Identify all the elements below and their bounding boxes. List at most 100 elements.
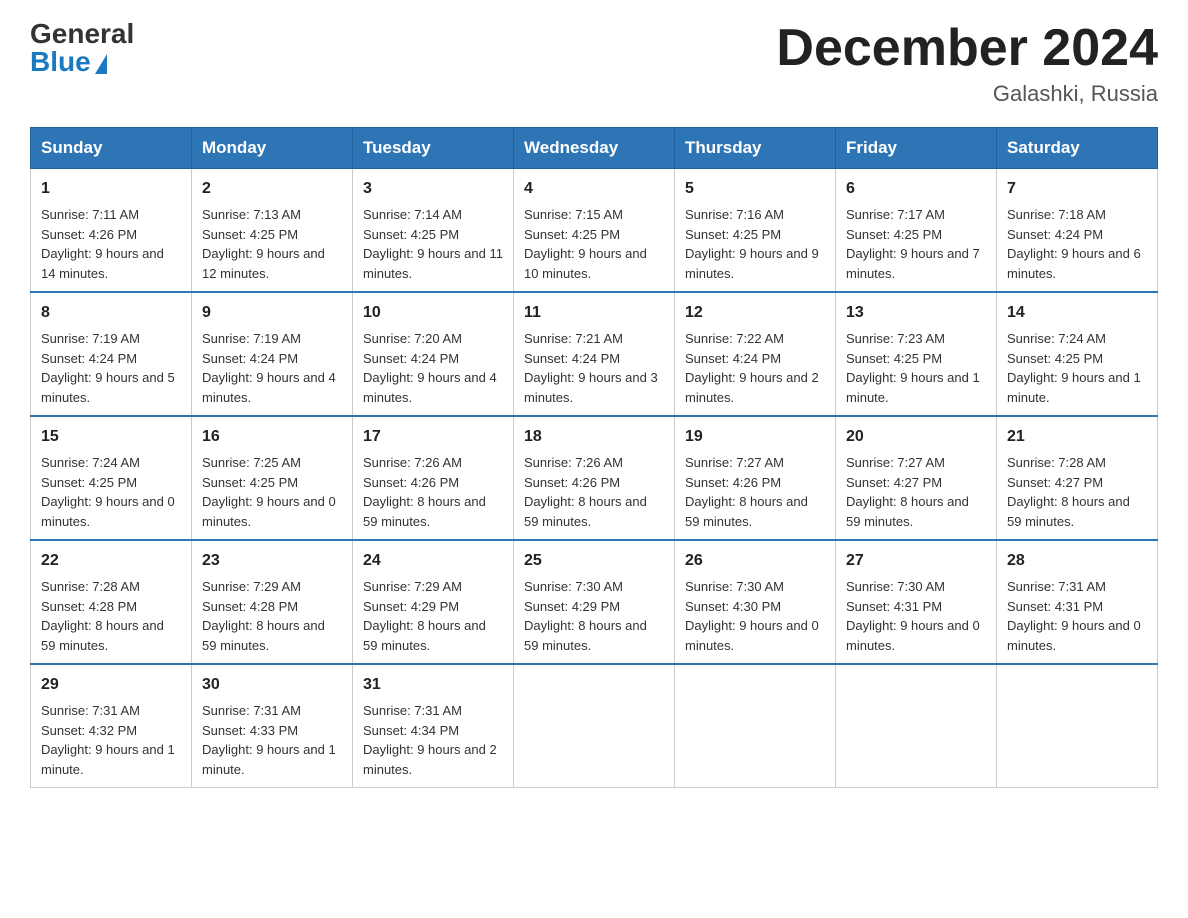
day-number: 3 [363,177,503,201]
day-number: 4 [524,177,664,201]
day-number: 26 [685,549,825,573]
day-number: 8 [41,301,181,325]
calendar-cell: 24 Sunrise: 7:29 AMSunset: 4:29 PMDaylig… [353,540,514,664]
day-info: Sunrise: 7:31 AMSunset: 4:34 PMDaylight:… [363,703,497,777]
calendar-week-row: 22 Sunrise: 7:28 AMSunset: 4:28 PMDaylig… [31,540,1158,664]
day-number: 6 [846,177,986,201]
calendar-cell: 4 Sunrise: 7:15 AMSunset: 4:25 PMDayligh… [514,169,675,293]
calendar-cell: 16 Sunrise: 7:25 AMSunset: 4:25 PMDaylig… [192,416,353,540]
day-number: 31 [363,673,503,697]
day-info: Sunrise: 7:14 AMSunset: 4:25 PMDaylight:… [363,207,503,281]
day-info: Sunrise: 7:11 AMSunset: 4:26 PMDaylight:… [41,207,164,281]
calendar-cell: 5 Sunrise: 7:16 AMSunset: 4:25 PMDayligh… [675,169,836,293]
calendar-cell: 2 Sunrise: 7:13 AMSunset: 4:25 PMDayligh… [192,169,353,293]
day-number: 25 [524,549,664,573]
calendar-week-row: 15 Sunrise: 7:24 AMSunset: 4:25 PMDaylig… [31,416,1158,540]
calendar-cell: 25 Sunrise: 7:30 AMSunset: 4:29 PMDaylig… [514,540,675,664]
day-number: 17 [363,425,503,449]
title-block: December 2024 Galashki, Russia [776,20,1158,107]
calendar-week-row: 1 Sunrise: 7:11 AMSunset: 4:26 PMDayligh… [31,169,1158,293]
calendar-cell: 31 Sunrise: 7:31 AMSunset: 4:34 PMDaylig… [353,664,514,788]
calendar-cell: 26 Sunrise: 7:30 AMSunset: 4:30 PMDaylig… [675,540,836,664]
day-number: 22 [41,549,181,573]
day-number: 20 [846,425,986,449]
day-info: Sunrise: 7:25 AMSunset: 4:25 PMDaylight:… [202,455,336,529]
calendar-cell: 21 Sunrise: 7:28 AMSunset: 4:27 PMDaylig… [997,416,1158,540]
logo-general-text: General [30,20,134,48]
calendar-cell: 12 Sunrise: 7:22 AMSunset: 4:24 PMDaylig… [675,292,836,416]
day-number: 30 [202,673,342,697]
location-label: Galashki, Russia [776,81,1158,107]
logo: General Blue [30,20,134,76]
day-number: 14 [1007,301,1147,325]
calendar-cell: 15 Sunrise: 7:24 AMSunset: 4:25 PMDaylig… [31,416,192,540]
day-info: Sunrise: 7:30 AMSunset: 4:30 PMDaylight:… [685,579,819,653]
day-info: Sunrise: 7:16 AMSunset: 4:25 PMDaylight:… [685,207,819,281]
day-info: Sunrise: 7:24 AMSunset: 4:25 PMDaylight:… [1007,331,1141,405]
day-number: 16 [202,425,342,449]
calendar-header-row: SundayMondayTuesdayWednesdayThursdayFrid… [31,128,1158,169]
calendar-cell: 28 Sunrise: 7:31 AMSunset: 4:31 PMDaylig… [997,540,1158,664]
calendar-cell: 11 Sunrise: 7:21 AMSunset: 4:24 PMDaylig… [514,292,675,416]
day-info: Sunrise: 7:21 AMSunset: 4:24 PMDaylight:… [524,331,658,405]
day-info: Sunrise: 7:29 AMSunset: 4:29 PMDaylight:… [363,579,486,653]
calendar-cell: 20 Sunrise: 7:27 AMSunset: 4:27 PMDaylig… [836,416,997,540]
day-info: Sunrise: 7:28 AMSunset: 4:27 PMDaylight:… [1007,455,1130,529]
calendar-cell [675,664,836,788]
calendar-table: SundayMondayTuesdayWednesdayThursdayFrid… [30,127,1158,788]
calendar-cell: 6 Sunrise: 7:17 AMSunset: 4:25 PMDayligh… [836,169,997,293]
day-number: 19 [685,425,825,449]
day-of-week-header: Friday [836,128,997,169]
day-number: 28 [1007,549,1147,573]
calendar-cell: 27 Sunrise: 7:30 AMSunset: 4:31 PMDaylig… [836,540,997,664]
day-info: Sunrise: 7:29 AMSunset: 4:28 PMDaylight:… [202,579,325,653]
day-number: 1 [41,177,181,201]
day-number: 11 [524,301,664,325]
day-info: Sunrise: 7:31 AMSunset: 4:31 PMDaylight:… [1007,579,1141,653]
day-of-week-header: Saturday [997,128,1158,169]
calendar-cell: 10 Sunrise: 7:20 AMSunset: 4:24 PMDaylig… [353,292,514,416]
day-info: Sunrise: 7:17 AMSunset: 4:25 PMDaylight:… [846,207,980,281]
calendar-cell: 3 Sunrise: 7:14 AMSunset: 4:25 PMDayligh… [353,169,514,293]
day-info: Sunrise: 7:31 AMSunset: 4:32 PMDaylight:… [41,703,175,777]
logo-triangle-icon [95,54,107,74]
day-info: Sunrise: 7:27 AMSunset: 4:26 PMDaylight:… [685,455,808,529]
day-number: 27 [846,549,986,573]
day-info: Sunrise: 7:15 AMSunset: 4:25 PMDaylight:… [524,207,647,281]
calendar-cell: 7 Sunrise: 7:18 AMSunset: 4:24 PMDayligh… [997,169,1158,293]
month-year-title: December 2024 [776,20,1158,77]
day-number: 18 [524,425,664,449]
day-number: 13 [846,301,986,325]
calendar-cell: 30 Sunrise: 7:31 AMSunset: 4:33 PMDaylig… [192,664,353,788]
day-number: 29 [41,673,181,697]
day-info: Sunrise: 7:19 AMSunset: 4:24 PMDaylight:… [41,331,175,405]
calendar-cell: 8 Sunrise: 7:19 AMSunset: 4:24 PMDayligh… [31,292,192,416]
logo-blue-text: Blue [30,48,107,76]
calendar-cell: 9 Sunrise: 7:19 AMSunset: 4:24 PMDayligh… [192,292,353,416]
day-info: Sunrise: 7:13 AMSunset: 4:25 PMDaylight:… [202,207,325,281]
calendar-cell: 1 Sunrise: 7:11 AMSunset: 4:26 PMDayligh… [31,169,192,293]
day-info: Sunrise: 7:23 AMSunset: 4:25 PMDaylight:… [846,331,980,405]
day-number: 24 [363,549,503,573]
calendar-cell [514,664,675,788]
day-info: Sunrise: 7:22 AMSunset: 4:24 PMDaylight:… [685,331,819,405]
day-number: 9 [202,301,342,325]
calendar-week-row: 29 Sunrise: 7:31 AMSunset: 4:32 PMDaylig… [31,664,1158,788]
page-header: General Blue December 2024 Galashki, Rus… [30,20,1158,107]
day-info: Sunrise: 7:30 AMSunset: 4:29 PMDaylight:… [524,579,647,653]
calendar-cell: 19 Sunrise: 7:27 AMSunset: 4:26 PMDaylig… [675,416,836,540]
calendar-cell: 23 Sunrise: 7:29 AMSunset: 4:28 PMDaylig… [192,540,353,664]
day-info: Sunrise: 7:20 AMSunset: 4:24 PMDaylight:… [363,331,497,405]
day-info: Sunrise: 7:26 AMSunset: 4:26 PMDaylight:… [524,455,647,529]
day-info: Sunrise: 7:24 AMSunset: 4:25 PMDaylight:… [41,455,175,529]
calendar-cell: 22 Sunrise: 7:28 AMSunset: 4:28 PMDaylig… [31,540,192,664]
day-number: 15 [41,425,181,449]
day-number: 5 [685,177,825,201]
day-number: 7 [1007,177,1147,201]
day-number: 21 [1007,425,1147,449]
day-of-week-header: Sunday [31,128,192,169]
day-info: Sunrise: 7:26 AMSunset: 4:26 PMDaylight:… [363,455,486,529]
calendar-cell [997,664,1158,788]
day-of-week-header: Tuesday [353,128,514,169]
day-of-week-header: Wednesday [514,128,675,169]
